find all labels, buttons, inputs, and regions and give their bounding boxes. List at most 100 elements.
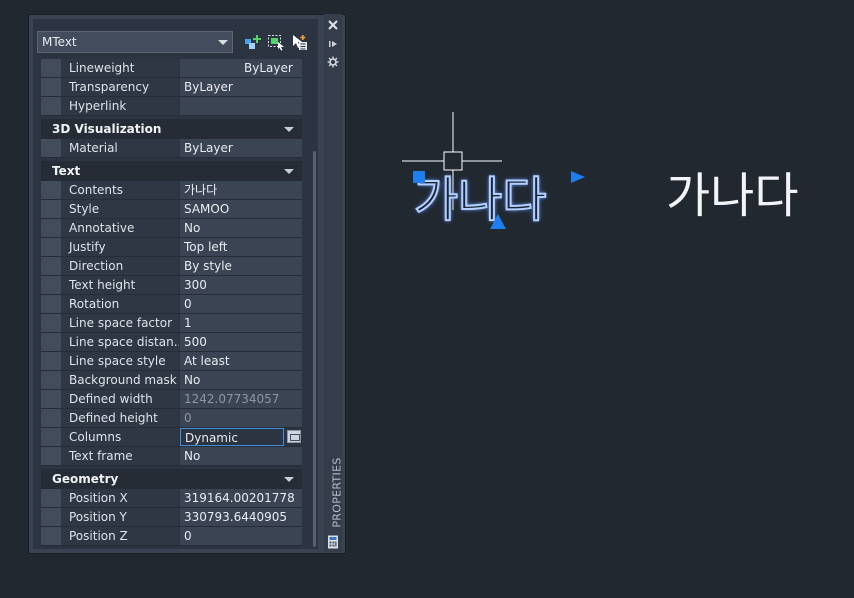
property-label-text: Transparency bbox=[69, 80, 150, 94]
grip-insertion-square[interactable] bbox=[413, 171, 425, 183]
property-row[interactable]: Rotation 0 bbox=[41, 295, 302, 314]
property-value[interactable]: 330793.6440905 bbox=[180, 508, 302, 526]
select-objects-icon[interactable] bbox=[267, 34, 285, 51]
palette-scrollbar[interactable] bbox=[313, 151, 316, 547]
collapse-chevron-icon[interactable] bbox=[284, 477, 294, 482]
property-value[interactable]: 가나다 bbox=[180, 181, 302, 199]
object-type-dropdown[interactable]: MText bbox=[37, 31, 233, 53]
property-row[interactable]: Text height 300 bbox=[41, 276, 302, 295]
row-indent-strip bbox=[41, 428, 61, 446]
property-label-text: Text frame bbox=[69, 449, 133, 463]
property-value[interactable]: 500 bbox=[180, 333, 302, 351]
plain-mtext[interactable]: 가나다 bbox=[666, 172, 798, 220]
property-value[interactable]: No bbox=[180, 447, 302, 465]
property-row[interactable]: Line space distan... 500 bbox=[41, 333, 302, 352]
property-label: Position Z bbox=[41, 527, 179, 545]
property-value[interactable]: ByLayer bbox=[180, 139, 302, 157]
property-value[interactable]: Dynamic bbox=[180, 428, 284, 446]
property-value[interactable]: 0 bbox=[180, 295, 302, 313]
property-label-text: Position X bbox=[69, 491, 128, 505]
row-indent-strip bbox=[41, 371, 61, 389]
row-indent-strip bbox=[41, 527, 61, 545]
row-indent-strip bbox=[41, 489, 61, 507]
category-header[interactable]: Geometry bbox=[41, 469, 302, 489]
collapse-chevron-icon[interactable] bbox=[284, 127, 294, 132]
property-label-text: Line space style bbox=[69, 354, 166, 368]
row-indent-strip bbox=[41, 181, 61, 199]
palette-settings-icon[interactable] bbox=[327, 56, 339, 68]
row-indent-strip bbox=[41, 139, 61, 157]
property-row[interactable]: Transparency ByLayer bbox=[41, 78, 302, 97]
property-label: Material bbox=[41, 139, 179, 157]
property-label-text: Background mask bbox=[69, 373, 177, 387]
property-row[interactable]: Justify Top left bbox=[41, 238, 302, 257]
property-row[interactable]: Background mask No bbox=[41, 371, 302, 390]
collapse-chevron-icon[interactable] bbox=[284, 169, 294, 174]
grip-height-arrow-icon[interactable] bbox=[490, 214, 506, 229]
close-icon[interactable] bbox=[327, 19, 339, 31]
property-value[interactable]: 319164.00201778 bbox=[180, 489, 302, 507]
property-label-text: Contents bbox=[69, 183, 123, 197]
drawing-canvas[interactable]: 가나다 가나다 bbox=[346, 0, 854, 598]
property-row[interactable]: Hyperlink bbox=[41, 97, 302, 116]
property-row[interactable]: Columns Dynamic bbox=[41, 428, 302, 447]
property-label: Columns bbox=[41, 428, 179, 446]
property-value[interactable]: 1 bbox=[180, 314, 302, 332]
palette-title: PROPERTIES bbox=[322, 457, 346, 530]
property-row[interactable]: Position Z 0 bbox=[41, 527, 302, 546]
property-value[interactable]: SAMOO bbox=[180, 200, 302, 218]
property-label-text: Hyperlink bbox=[69, 99, 127, 113]
columns-settings-icon bbox=[290, 434, 300, 441]
property-value[interactable]: By style bbox=[180, 257, 302, 275]
row-indent-strip bbox=[41, 219, 61, 237]
category-header[interactable]: Text bbox=[41, 161, 302, 181]
chevron-down-icon bbox=[218, 40, 228, 45]
property-row[interactable]: Style SAMOO bbox=[41, 200, 302, 219]
row-indent-strip bbox=[41, 314, 61, 332]
property-value: 1242.07734057 bbox=[180, 390, 302, 408]
property-label-text: Justify bbox=[69, 240, 106, 254]
auto-hide-icon[interactable] bbox=[327, 38, 339, 50]
property-row[interactable]: Position X 319164.00201778 bbox=[41, 489, 302, 508]
grip-width-arrow-icon[interactable] bbox=[570, 170, 586, 184]
columns-settings-button[interactable] bbox=[287, 430, 301, 443]
row-indent-strip bbox=[41, 333, 61, 351]
property-value[interactable] bbox=[180, 97, 302, 115]
property-value[interactable]: No bbox=[180, 371, 302, 389]
row-indent-strip bbox=[41, 447, 61, 465]
row-indent-strip bbox=[41, 508, 61, 526]
property-label: Direction bbox=[41, 257, 179, 275]
category-header[interactable]: 3D Visualization bbox=[41, 119, 302, 139]
calculator-icon[interactable] bbox=[327, 535, 339, 549]
property-row[interactable]: Line space style At least bbox=[41, 352, 302, 371]
property-value[interactable]: At least bbox=[180, 352, 302, 370]
property-row[interactable]: Annotative No bbox=[41, 219, 302, 238]
selected-mtext[interactable]: 가나다 bbox=[413, 175, 547, 225]
property-value[interactable]: No bbox=[180, 219, 302, 237]
property-row[interactable]: Defined width 1242.07734057 bbox=[41, 390, 302, 409]
row-indent-strip bbox=[41, 97, 61, 115]
property-row[interactable]: Material ByLayer bbox=[41, 139, 302, 158]
property-label-text: Annotative bbox=[69, 221, 135, 235]
property-row[interactable]: Position Y 330793.6440905 bbox=[41, 508, 302, 527]
property-row[interactable]: Defined height 0 bbox=[41, 409, 302, 428]
property-value[interactable]: 300 bbox=[180, 276, 302, 294]
property-value[interactable]: 0 bbox=[180, 527, 302, 545]
category-title: Text bbox=[52, 164, 81, 178]
property-label-text: Line space factor bbox=[69, 316, 172, 330]
property-row[interactable]: Lineweight ByLayer bbox=[41, 59, 302, 78]
toggle-pickadd-icon[interactable] bbox=[290, 34, 308, 51]
property-row[interactable]: Line space factor 1 bbox=[41, 314, 302, 333]
row-indent-strip bbox=[41, 295, 61, 313]
property-row[interactable]: Contents 가나다 bbox=[41, 181, 302, 200]
property-label-text: Line space distan... bbox=[69, 335, 179, 349]
property-value[interactable]: ByLayer bbox=[180, 78, 302, 96]
property-row[interactable]: Direction By style bbox=[41, 257, 302, 276]
quick-select-icon[interactable] bbox=[244, 34, 262, 51]
category-title: Geometry bbox=[52, 472, 119, 486]
property-value[interactable]: ByLayer bbox=[180, 59, 302, 77]
property-label: Line space factor bbox=[41, 314, 179, 332]
property-row[interactable]: Text frame No bbox=[41, 447, 302, 466]
property-value[interactable]: Top left bbox=[180, 238, 302, 256]
properties-palette: MText Lineweight ByLayer Transparency ByLay… bbox=[28, 14, 346, 554]
